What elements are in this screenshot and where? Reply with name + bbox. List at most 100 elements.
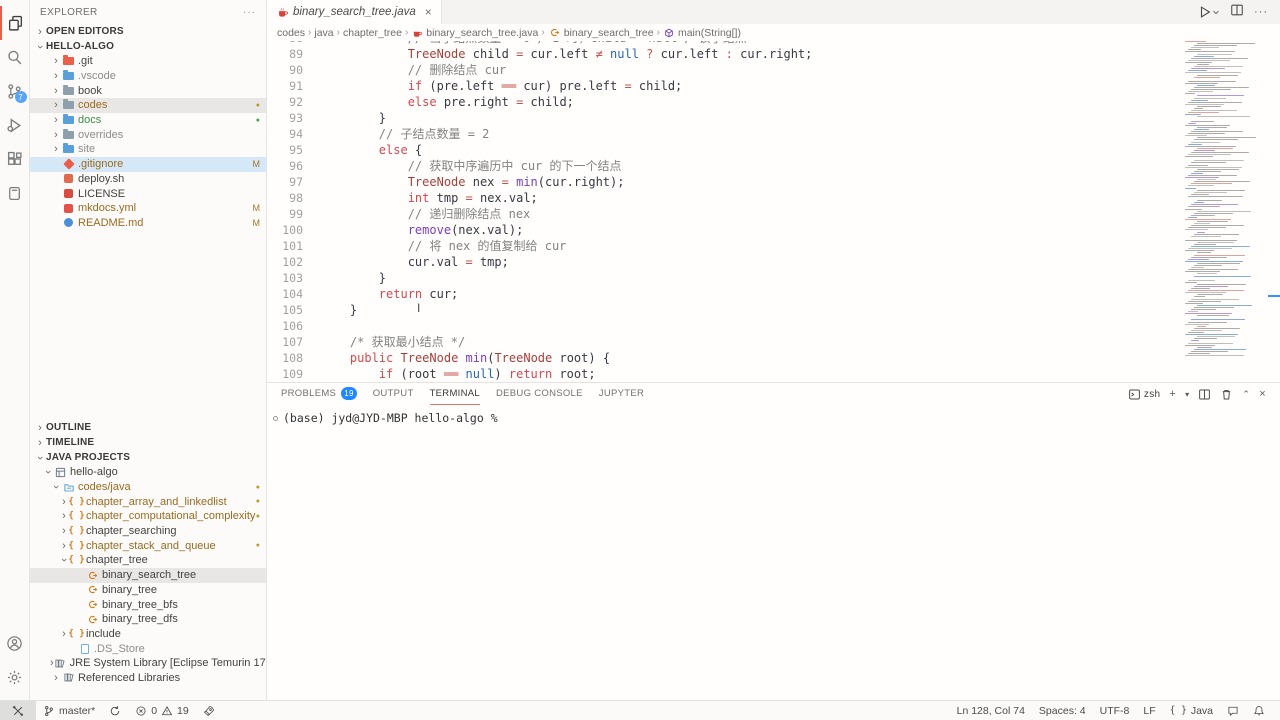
- git-modified-badge: M: [253, 159, 261, 169]
- tree-item-.vscode[interactable]: ›.vscode: [30, 69, 266, 84]
- account-icon[interactable]: [0, 626, 30, 660]
- breadcrumb-label: java: [314, 27, 333, 39]
- tree-item-chapter_tree[interactable]: ›{ }chapter_tree: [30, 553, 266, 568]
- run-file-button[interactable]: [1198, 5, 1220, 19]
- overview-ruler[interactable]: [1270, 41, 1280, 382]
- branch-icon: [43, 705, 55, 717]
- run-debug-icon[interactable]: [0, 108, 30, 142]
- tab-binary-search-tree-java[interactable]: binary_search_tree.java ×: [267, 0, 442, 24]
- breadcrumb-item[interactable]: main(String[]): [663, 27, 741, 39]
- indentation-setting[interactable]: Spaces: 4: [1032, 701, 1093, 720]
- tree-item-chapter_array_and_linkedlist[interactable]: ›{ }chapter_array_and_linkedlist●: [30, 494, 266, 509]
- extensions-icon[interactable]: [0, 142, 30, 176]
- tree-item-.gitignore[interactable]: .gitignoreM: [30, 157, 266, 172]
- tree-item-label: chapter_stack_and_queue: [86, 540, 216, 552]
- code-editor[interactable]: 8889909192939495969798991001011021031041…: [267, 41, 1280, 382]
- tree-item-.git[interactable]: ›.git: [30, 54, 266, 69]
- notebook-icon[interactable]: [0, 176, 30, 210]
- more-actions-icon[interactable]: ···: [1254, 6, 1268, 18]
- problems-status[interactable]: 0 19: [128, 701, 196, 720]
- explorer-icon[interactable]: [0, 6, 30, 40]
- language-mode[interactable]: { } Java: [1163, 701, 1220, 720]
- chevron-down-icon: ›: [42, 466, 54, 478]
- breadcrumb-separator: ›: [541, 27, 544, 38]
- modified-dot-badge: ●: [256, 117, 260, 124]
- code-line-95: else {: [321, 142, 812, 158]
- breadcrumb-separator: ›: [405, 27, 408, 38]
- explorer-more-actions-icon[interactable]: ···: [243, 7, 256, 18]
- tree-item-label: deploy.sh: [78, 173, 124, 185]
- tree-item-chapter_computational_complexity[interactable]: ›{ }chapter_computational_complexity●: [30, 509, 266, 524]
- maximize-panel-icon[interactable]: ⌃: [1242, 389, 1250, 400]
- panel-tab-debug-console[interactable]: DEBUG CONSOLE: [496, 383, 583, 405]
- sync-button[interactable]: [102, 701, 128, 720]
- tree-item-book[interactable]: ›book: [30, 83, 266, 98]
- sidebar-title: EXPLORER ···: [30, 0, 266, 24]
- tree-item-deploy.sh[interactable]: deploy.sh: [30, 172, 266, 187]
- tree-item-overrides[interactable]: ›overrides: [30, 127, 266, 142]
- breadcrumb-item[interactable]: codes: [277, 27, 305, 39]
- tree-item-codesjava[interactable]: ›codes/java●: [30, 480, 266, 495]
- tree-item-binary_search_tree[interactable]: binary_search_tree: [30, 568, 266, 583]
- source-control-icon[interactable]: 7: [0, 74, 30, 108]
- tree-item-license[interactable]: LICENSE: [30, 186, 266, 201]
- tree-item-binary_tree_dfs[interactable]: binary_tree_dfs: [30, 612, 266, 627]
- git-branch-status[interactable]: master*: [36, 701, 102, 720]
- breadcrumb-item[interactable]: chapter_tree: [343, 27, 402, 39]
- tree-item-mkdocs.yml[interactable]: mkdocs.ymlM: [30, 201, 266, 216]
- section-java-projects[interactable]: › JAVA PROJECTS: [30, 450, 266, 465]
- search-icon[interactable]: [0, 40, 30, 74]
- section-root-folder[interactable]: › HELLO-ALGO: [30, 39, 266, 54]
- code-line-93: }: [321, 110, 812, 126]
- section-timeline[interactable]: › TIMELINE: [30, 435, 266, 450]
- section-outline[interactable]: › OUTLINE: [30, 420, 266, 435]
- remote-indicator[interactable]: [0, 701, 36, 720]
- overview-ruler-marker: [1268, 295, 1280, 297]
- tree-item-readme.md[interactable]: README.mdM: [30, 216, 266, 231]
- terminal-shell-selector[interactable]: zsh: [1128, 388, 1160, 401]
- tree-item-referencedlibraries[interactable]: ›Referenced Libraries: [30, 671, 266, 686]
- breadcrumb-item[interactable]: binary_search_tree.java: [411, 27, 538, 39]
- tree-item-label: chapter_tree: [86, 554, 148, 566]
- panel-tab-problems[interactable]: PROBLEMS19: [281, 383, 357, 405]
- tree-item-chapter_searching[interactable]: ›{ }chapter_searching: [30, 524, 266, 539]
- panel-tab-jupyter[interactable]: JUPYTER: [599, 383, 644, 405]
- settings-gear-icon[interactable]: [0, 660, 30, 694]
- tree-item-codes[interactable]: ›codes●: [30, 98, 266, 113]
- tab-close-icon[interactable]: ×: [425, 5, 432, 19]
- split-terminal-icon[interactable]: [1198, 388, 1211, 401]
- close-panel-icon[interactable]: ×: [1259, 388, 1266, 400]
- eol-setting[interactable]: LF: [1136, 701, 1162, 720]
- command-decoration-icon[interactable]: [273, 416, 278, 421]
- tree-item-docs[interactable]: ›docs●: [30, 113, 266, 128]
- tree-item-chapter_stack_and_queue[interactable]: ›{ }chapter_stack_and_queue●: [30, 538, 266, 553]
- minimap[interactable]: [1185, 41, 1270, 382]
- panel-tab-terminal[interactable]: TERMINAL: [430, 383, 480, 405]
- tree-item-binary_tree[interactable]: binary_tree: [30, 583, 266, 598]
- section-open-editors[interactable]: › OPEN EDITORS: [30, 24, 266, 39]
- tree-item-.ds_store[interactable]: .DS_Store: [30, 641, 266, 656]
- tree-item-binary_tree_bfs[interactable]: binary_tree_bfs: [30, 597, 266, 612]
- breadcrumb-item[interactable]: binary_search_tree: [548, 27, 654, 39]
- tree-item-include[interactable]: ›{ }include: [30, 627, 266, 642]
- tree-item-hello-algo[interactable]: ›hello-algo: [30, 465, 266, 480]
- folder-icon: [62, 115, 75, 126]
- rocket-status-icon[interactable]: [196, 701, 222, 720]
- notifications-bell-icon[interactable]: [1246, 701, 1272, 720]
- code-content[interactable]: // 当子结点数量 = 0 / 1 时，child = null / 该子结点 …: [303, 41, 812, 382]
- cursor-position[interactable]: Ln 128, Col 74: [950, 701, 1032, 720]
- terminal-dropdown-icon[interactable]: ▾: [1185, 390, 1189, 399]
- encoding-setting[interactable]: UTF-8: [1093, 701, 1137, 720]
- feedback-icon[interactable]: [1220, 701, 1246, 720]
- terminal[interactable]: (base) jyd@JYD-MBP hello-algo %: [267, 405, 1280, 700]
- panel-tab-output[interactable]: OUTPUT: [373, 383, 414, 405]
- tree-item-jresystemlibraryeclipsetemurin1717....[interactable]: ›JRE System Library [Eclipse Temurin 17 …: [30, 656, 266, 671]
- code-line-102: cur.val = tmp;: [321, 254, 812, 270]
- split-editor-icon[interactable]: [1230, 3, 1244, 22]
- package-icon: { }: [70, 555, 83, 566]
- tree-item-label: book: [78, 85, 102, 97]
- new-terminal-icon[interactable]: +: [1169, 388, 1176, 400]
- kill-terminal-trash-icon[interactable]: [1220, 388, 1233, 401]
- tree-item-site[interactable]: ›site: [30, 142, 266, 157]
- breadcrumb-item[interactable]: java: [314, 27, 333, 39]
